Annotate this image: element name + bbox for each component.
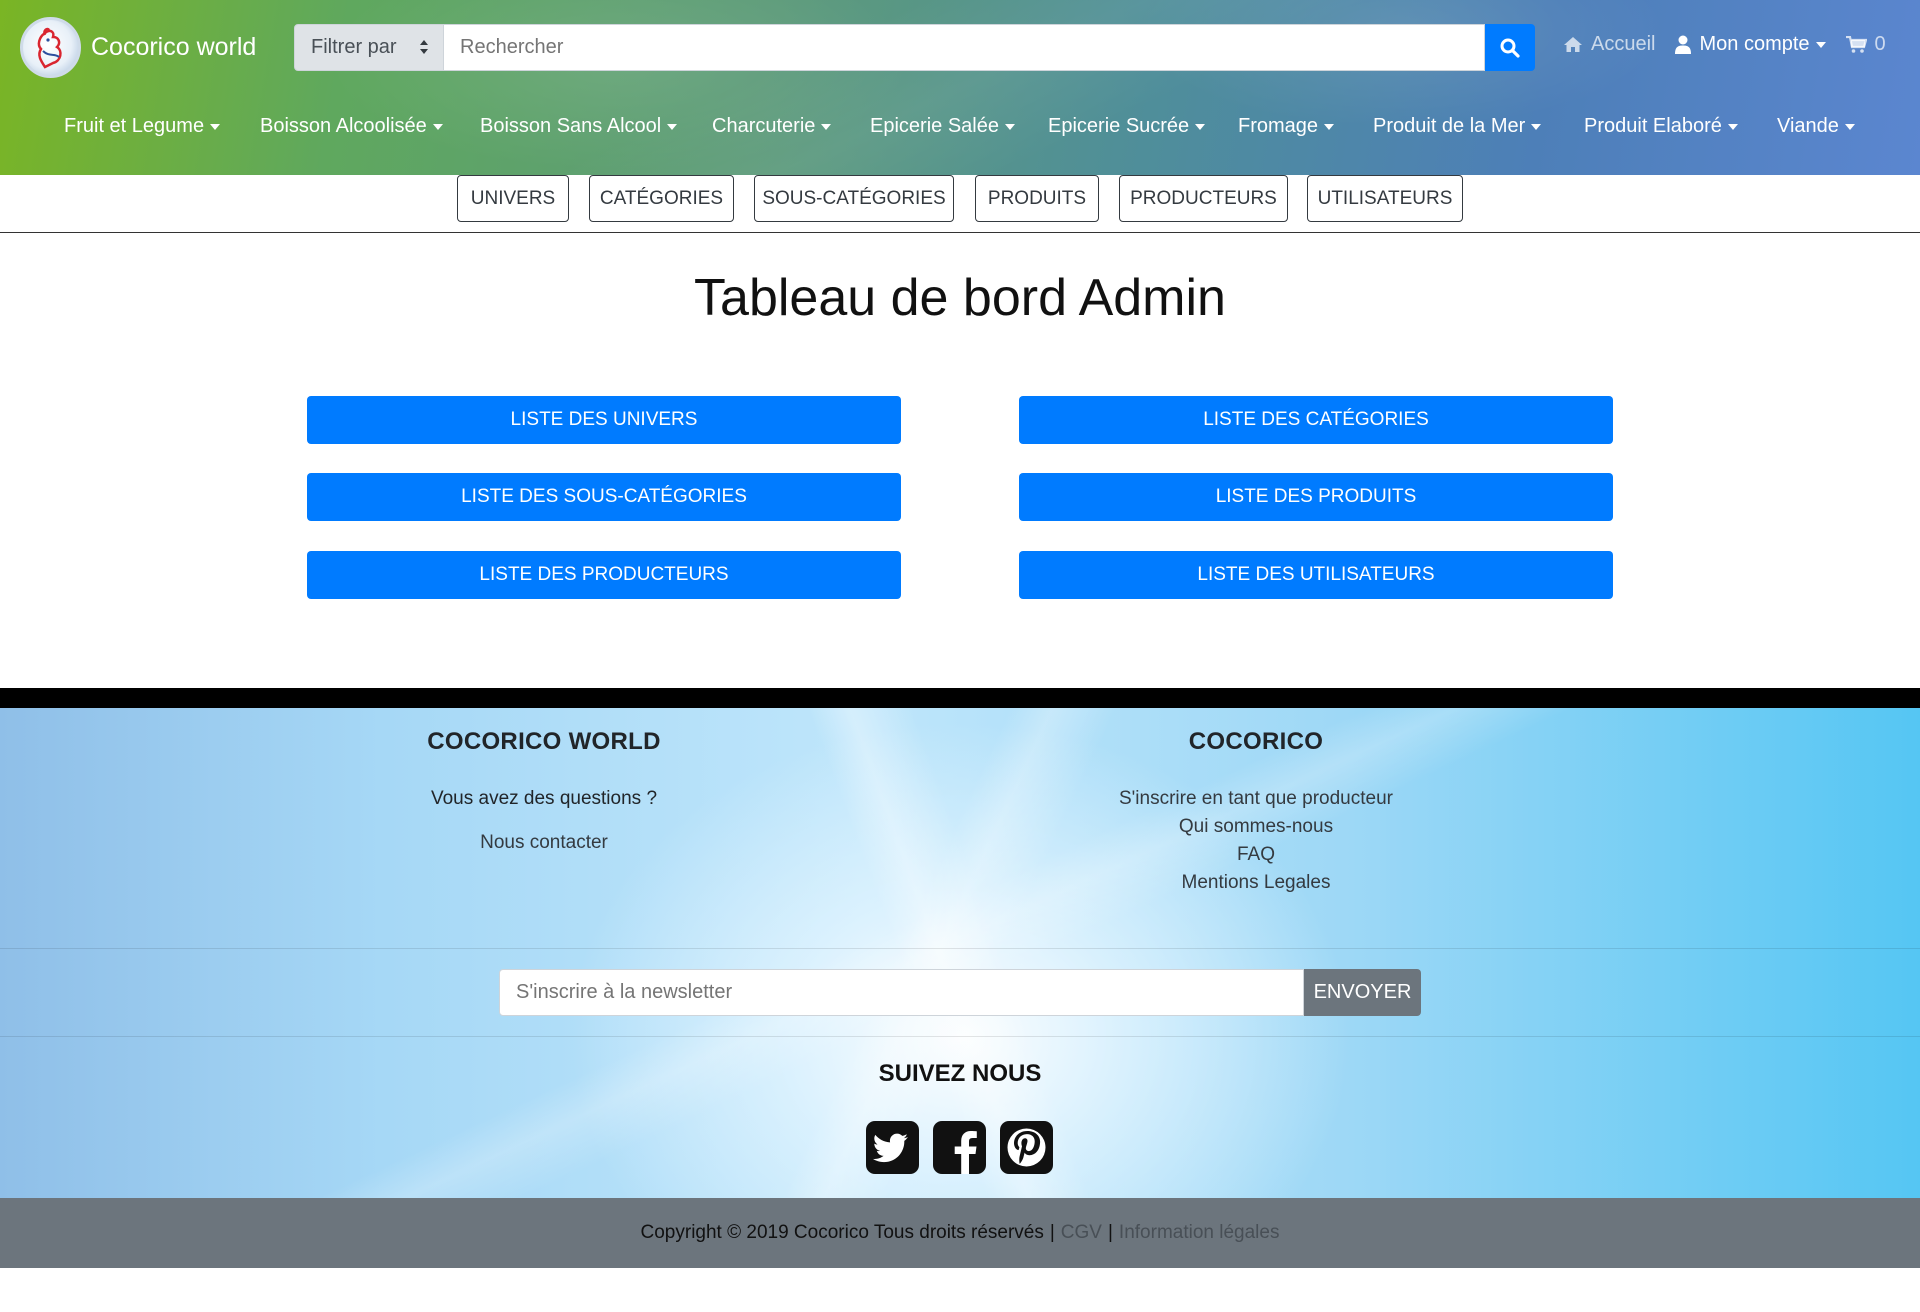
home-link-label: Accueil: [1591, 33, 1656, 55]
cart-icon: [1845, 35, 1867, 53]
chevron-down-icon: [1531, 123, 1542, 130]
footer-title: COCORICO WORLD: [427, 728, 661, 755]
category-label: Epicerie Sucrée: [1048, 115, 1190, 137]
copyright-bar: Copyright © 2019 Cocorico Tous droits ré…: [0, 1198, 1920, 1268]
separator: |: [1107, 1222, 1113, 1243]
newsletter-submit-button[interactable]: ENVOYER: [1304, 969, 1421, 1016]
register-producer-link[interactable]: S'inscrire en tant que producteur: [1056, 788, 1456, 810]
category-produit-de-la-mer[interactable]: Produit de la Mer: [1373, 115, 1542, 138]
category-label: Fruit et Legume: [64, 115, 205, 137]
follow-title: SUIVEZ NOUS: [878, 1060, 1042, 1087]
legal-mentions-link[interactable]: Mentions Legales: [1056, 872, 1456, 894]
legal-info-link[interactable]: Information légales: [1119, 1222, 1280, 1244]
category-label: Viande: [1777, 115, 1839, 137]
category-boisson-alcoolisee[interactable]: Boisson Alcoolisée: [260, 115, 443, 138]
category-label: Fromage: [1238, 115, 1319, 137]
category-charcuterie[interactable]: Charcuterie: [712, 115, 832, 138]
category-label: Produit Elaboré: [1584, 115, 1722, 137]
category-fromage[interactable]: Fromage: [1238, 115, 1335, 138]
filter-select[interactable]: Filtrer par: [294, 24, 444, 71]
rooster-logo-icon: [20, 17, 81, 78]
twitter-icon[interactable]: [866, 1121, 919, 1174]
category-viande[interactable]: Viande: [1777, 115, 1855, 138]
category-epicerie-sucree[interactable]: Epicerie Sucrée: [1048, 115, 1206, 138]
tab-categories[interactable]: Catégories: [589, 175, 734, 222]
brand-name: Cocorico world: [91, 33, 257, 61]
category-fruit-legume[interactable]: Fruit et Legume: [64, 115, 221, 138]
home-link[interactable]: Accueil: [1563, 33, 1655, 56]
footer-top-bar: [0, 688, 1920, 708]
chevron-down-icon: [432, 123, 443, 130]
contact-link[interactable]: Nous contacter: [344, 832, 744, 854]
user-icon: [1675, 35, 1692, 54]
chevron-down-icon: [1815, 41, 1826, 48]
divider: [0, 1036, 1920, 1037]
chevron-down-icon: [1844, 123, 1855, 130]
category-produit-elabore[interactable]: Produit Elaboré: [1584, 115, 1738, 138]
cart-count: 0: [1874, 33, 1886, 55]
category-nav: Fruit et Legume Boisson Alcoolisée Boiss…: [0, 115, 1920, 147]
list-utilisateurs-button[interactable]: Liste des Utilisateurs: [1019, 551, 1613, 599]
copyright-text: Copyright © 2019 Cocorico Tous droits ré…: [640, 1222, 1044, 1243]
brand[interactable]: Cocorico world: [20, 17, 256, 78]
account-dropdown[interactable]: Mon compte: [1675, 33, 1826, 56]
cart-link[interactable]: 0: [1845, 33, 1886, 56]
category-label: Epicerie Salée: [870, 115, 999, 137]
site-header: Cocorico world Filtrer par Accueil Mon c…: [0, 0, 1920, 175]
facebook-icon[interactable]: [933, 1121, 986, 1174]
search-input[interactable]: [444, 24, 1485, 71]
account-label: Mon compte: [1699, 33, 1810, 55]
footer-column-cocorico: COCORICO S'inscrire en tant que producte…: [1056, 728, 1456, 894]
list-sous-categories-button[interactable]: Liste des Sous-catégories: [307, 473, 901, 521]
top-links: Accueil Mon compte 0: [1563, 33, 1906, 56]
tab-univers[interactable]: Univers: [457, 175, 569, 222]
tab-produits[interactable]: Produits: [975, 175, 1099, 222]
pinterest-icon[interactable]: [1000, 1121, 1053, 1174]
chevron-down-icon: [821, 123, 832, 130]
footer-title: COCORICO: [1188, 728, 1324, 755]
newsletter-input[interactable]: [499, 969, 1304, 1016]
chevron-down-icon: [667, 123, 678, 130]
tab-sous-categories[interactable]: Sous-catégories: [754, 175, 954, 222]
footer-column-cocorico-world: COCORICO WORLD Vous avez des questions ?…: [344, 728, 744, 854]
home-icon: [1564, 37, 1582, 52]
chevron-down-icon: [210, 123, 221, 130]
list-univers-button[interactable]: Liste des Univers: [307, 396, 901, 444]
faq-link[interactable]: FAQ: [1056, 844, 1456, 866]
select-arrows-icon: [420, 40, 428, 54]
list-categories-button[interactable]: Liste des Catégories: [1019, 396, 1613, 444]
category-boisson-sans-alcool[interactable]: Boisson Sans Alcool: [480, 115, 678, 138]
cgv-link[interactable]: CGV: [1061, 1222, 1102, 1244]
filter-select-label: Filtrer par: [311, 36, 397, 58]
tab-producteurs[interactable]: Producteurs: [1119, 175, 1288, 222]
about-link[interactable]: Qui sommes-nous: [1056, 816, 1456, 838]
list-producteurs-button[interactable]: Liste des Producteurs: [307, 551, 901, 599]
chevron-down-icon: [1195, 123, 1206, 130]
site-footer: COCORICO WORLD Vous avez des questions ?…: [0, 708, 1920, 1198]
category-epicerie-salee[interactable]: Epicerie Salée: [870, 115, 1015, 138]
admin-tabs: Univers Catégories Sous-catégories Produ…: [0, 175, 1920, 233]
chevron-down-icon: [1324, 123, 1335, 130]
footer-question: Vous avez des questions ?: [430, 788, 658, 809]
search-icon: [1500, 38, 1520, 58]
divider: [0, 948, 1920, 949]
separator: |: [1049, 1222, 1055, 1243]
chevron-down-icon: [1004, 123, 1015, 130]
list-produits-button[interactable]: Liste des Produits: [1019, 473, 1613, 521]
category-label: Charcuterie: [712, 115, 816, 137]
category-label: Produit de la Mer: [1373, 115, 1526, 137]
tab-utilisateurs[interactable]: Utilisateurs: [1307, 175, 1463, 222]
chevron-down-icon: [1727, 123, 1738, 130]
search-button[interactable]: [1485, 24, 1535, 71]
category-label: Boisson Sans Alcool: [480, 115, 662, 137]
page-title: Tableau de bord Admin: [694, 269, 1226, 327]
category-label: Boisson Alcoolisée: [260, 115, 427, 137]
